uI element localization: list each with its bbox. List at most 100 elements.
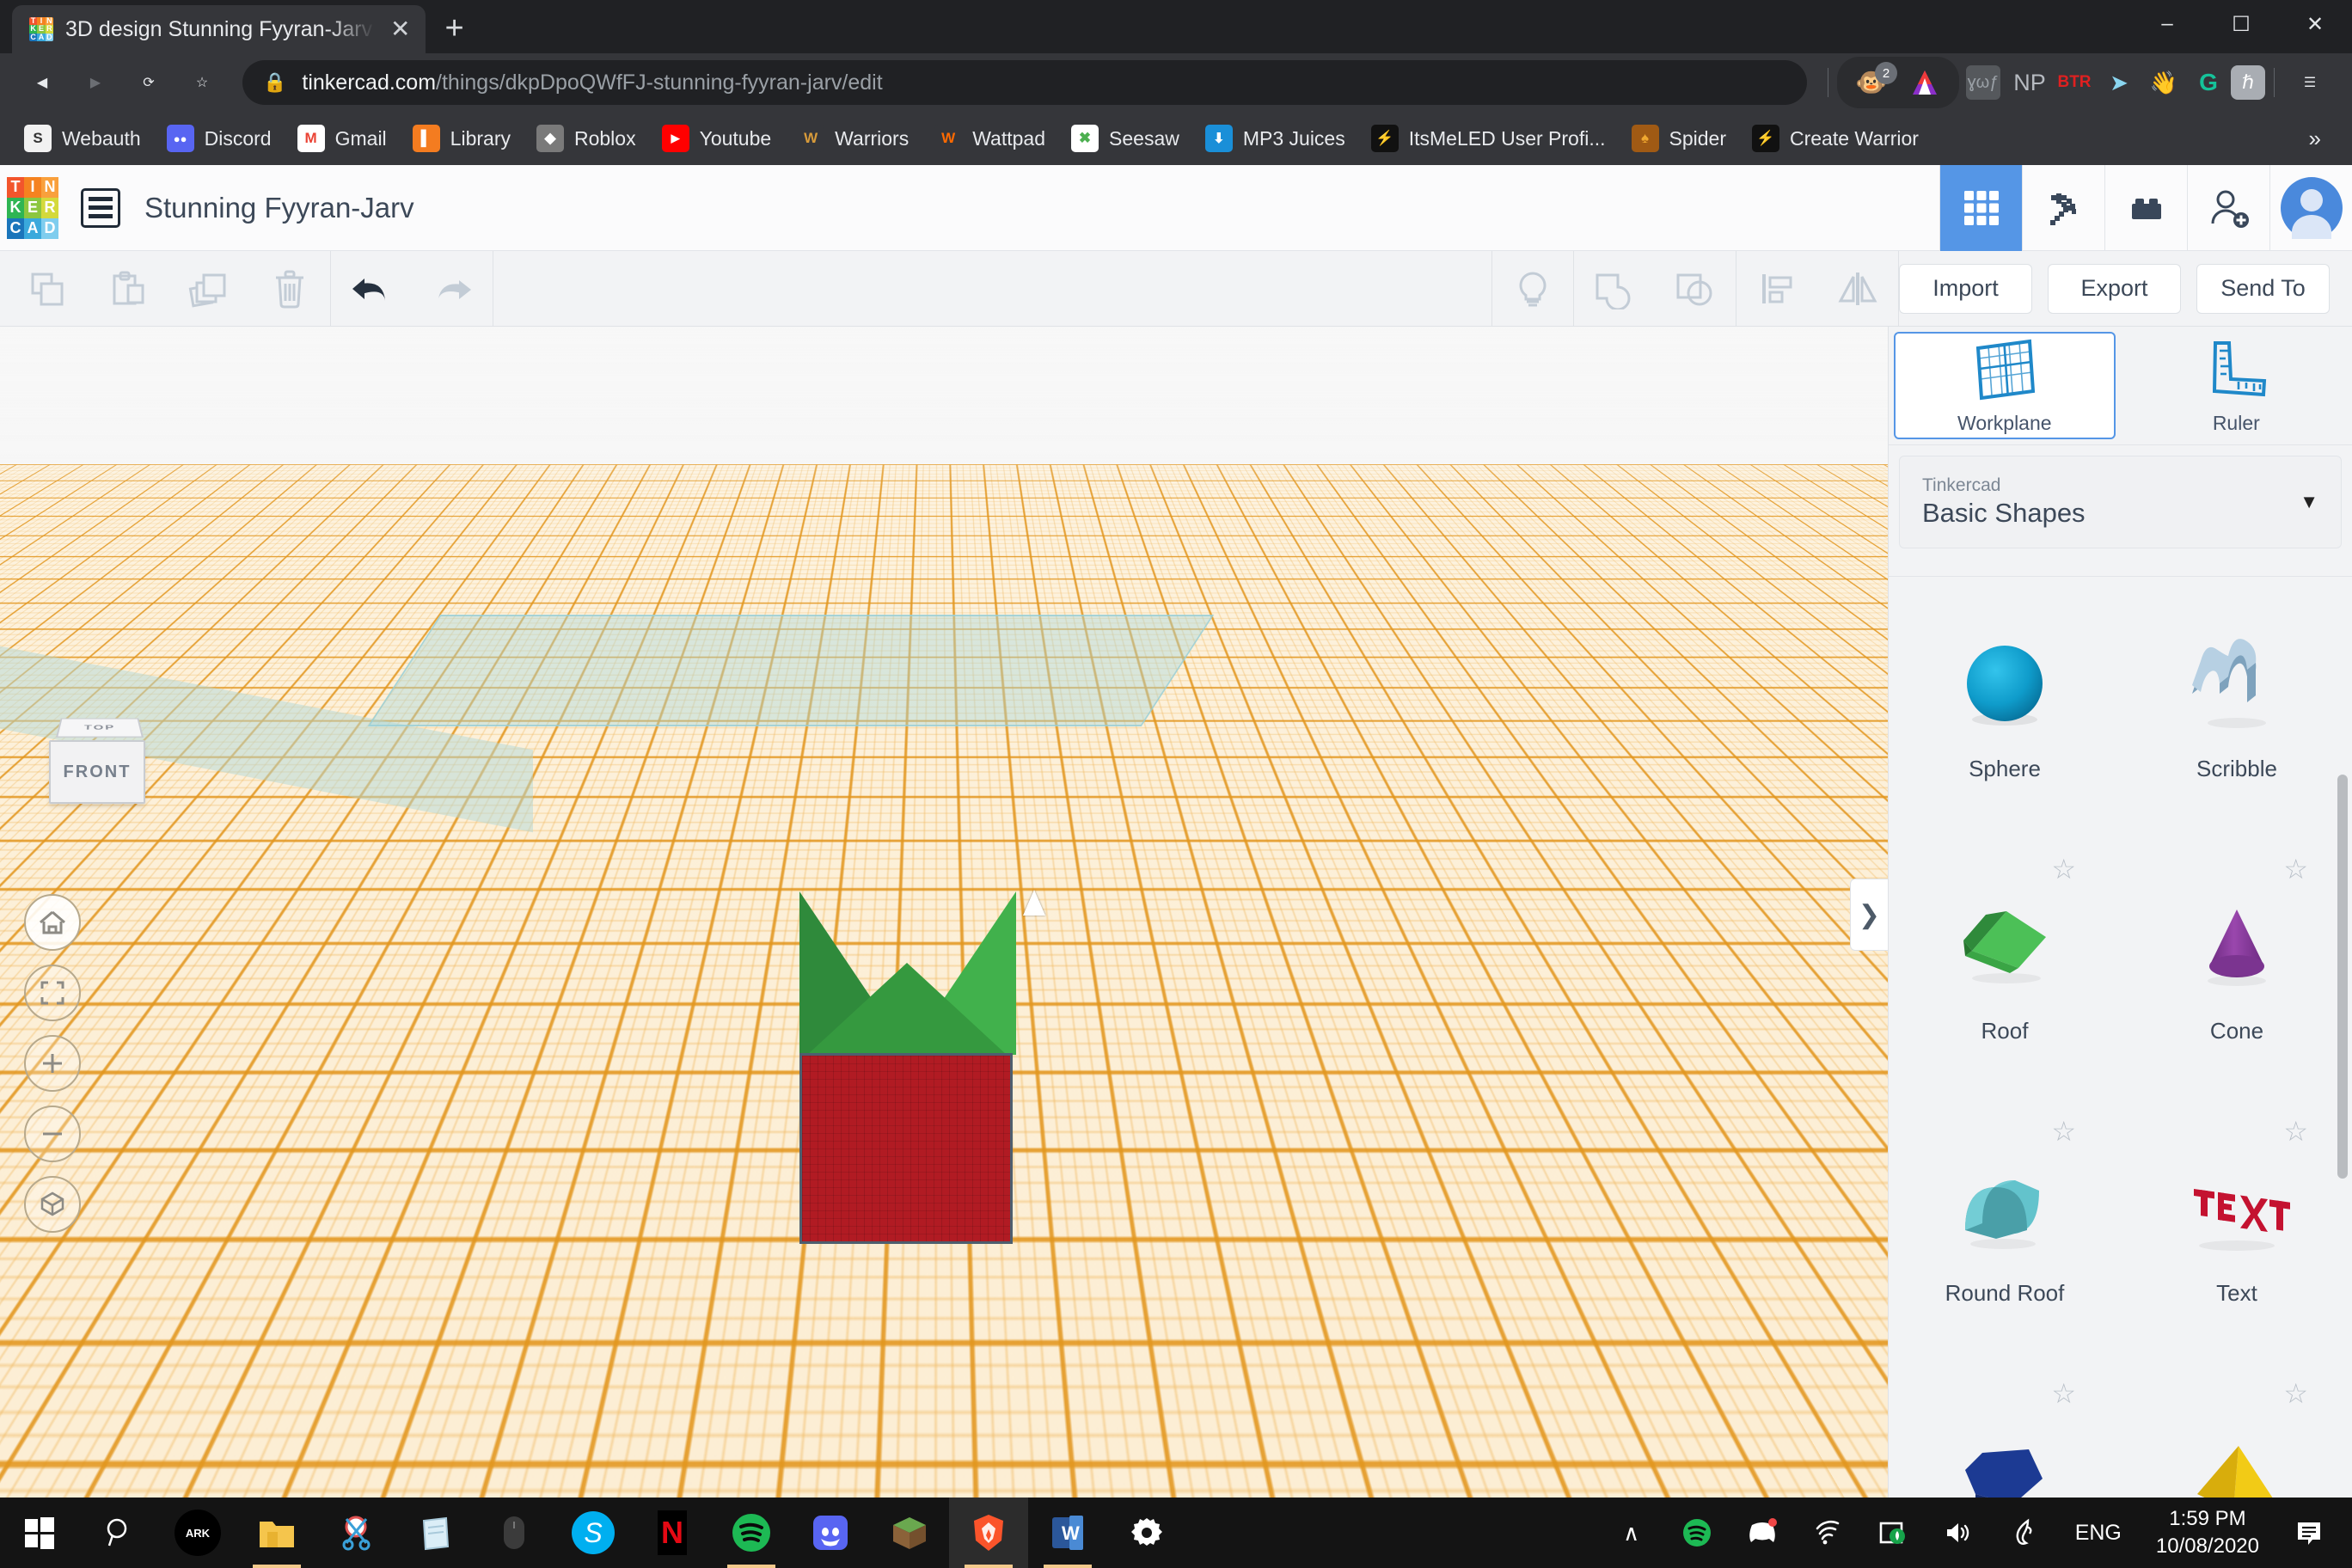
house-model[interactable] xyxy=(798,881,1023,1244)
onedrive-icon[interactable] xyxy=(1860,1498,1926,1568)
discord-item[interactable] xyxy=(791,1498,870,1568)
settings-item[interactable] xyxy=(1107,1498,1186,1568)
shape-item-roof[interactable]: ☆ Roof xyxy=(1889,839,2121,1101)
favorite-star-icon[interactable]: ☆ xyxy=(2051,853,2076,885)
clock[interactable]: 1:59 PM 10/08/2020 xyxy=(2141,1505,2275,1560)
codeblocks-button[interactable] xyxy=(2022,164,2104,251)
shape-item-pyramid[interactable]: ☆ xyxy=(2121,1363,2352,1498)
word-item[interactable]: W xyxy=(1028,1498,1107,1568)
shape-item-cone[interactable]: ☆ Cone xyxy=(2121,839,2352,1101)
wifi-icon[interactable] xyxy=(1795,1498,1860,1568)
avatar[interactable] xyxy=(2269,164,2352,251)
honey-icon[interactable]: ℏ xyxy=(2231,65,2265,100)
btr-extension-icon[interactable]: BTR xyxy=(2052,60,2097,105)
ungroup-button[interactable] xyxy=(1655,251,1736,327)
export-button[interactable]: Export xyxy=(2048,263,2181,314)
honey-wave-icon[interactable]: 👋 xyxy=(2141,60,2186,105)
sticky-notes-item[interactable] xyxy=(395,1498,475,1568)
workplane-tool[interactable]: Workplane xyxy=(1894,332,2116,439)
shape-list[interactable]: Sphere Scribble ☆ Roof ☆ Cone ☆ Round Ro… xyxy=(1889,576,2352,1498)
bookmark-seesaw[interactable]: ✖ Seesaw xyxy=(1061,119,1190,157)
copy-button[interactable] xyxy=(7,251,88,327)
start-button[interactable] xyxy=(0,1498,79,1568)
bookmark-create-warrior[interactable]: ⚡ Create Warrior xyxy=(1742,119,1929,157)
favorite-star-icon[interactable]: ☆ xyxy=(2051,1377,2076,1410)
redo-button[interactable] xyxy=(412,251,493,327)
browser-tab[interactable]: T I N K E R C A D 3D design Stunning Fyy… xyxy=(12,5,426,53)
bookmark-youtube[interactable]: ▶ Youtube xyxy=(652,119,782,157)
spotify-tray-icon[interactable] xyxy=(1664,1498,1730,1568)
zoom-out-button[interactable] xyxy=(24,1106,81,1162)
blocks-grid-button[interactable] xyxy=(1939,164,2022,251)
file-explorer-item[interactable] xyxy=(237,1498,316,1568)
discord-tray-icon[interactable] xyxy=(1730,1498,1795,1568)
home-view-button[interactable] xyxy=(24,894,81,951)
minimize-button[interactable]: – xyxy=(2130,0,2204,48)
align-button[interactable] xyxy=(1736,251,1817,327)
panel-collapse-button[interactable]: ❯ xyxy=(1850,879,1888,951)
snip-sketch-item[interactable] xyxy=(316,1498,395,1568)
favorite-star-icon[interactable]: ☆ xyxy=(2283,1115,2308,1148)
shape-list-scrollbar[interactable] xyxy=(2337,775,2348,1179)
search-button[interactable] xyxy=(79,1498,158,1568)
browser-menu-icon[interactable]: ☰ xyxy=(2283,56,2337,109)
shape-item-scribble[interactable]: Scribble xyxy=(2121,577,2352,839)
paste-button[interactable] xyxy=(88,251,168,327)
maximize-button[interactable]: ☐ xyxy=(2204,0,2278,48)
group-button[interactable] xyxy=(1574,251,1655,327)
skype-item[interactable]: S xyxy=(554,1498,633,1568)
bookmark-itsmeled[interactable]: ⚡ ItsMeLED User Profi... xyxy=(1361,119,1616,157)
send-to-button[interactable]: Send To xyxy=(2196,263,2330,314)
bookmark-gmail[interactable]: M Gmail xyxy=(287,119,397,157)
shape-item-text[interactable]: ☆ Text xyxy=(2121,1101,2352,1363)
spotify-item[interactable] xyxy=(712,1498,791,1568)
perspective-toggle-button[interactable] xyxy=(24,1176,81,1233)
show-hidden-icons-button[interactable]: ∧ xyxy=(1599,1498,1664,1568)
bookmark-webauth[interactable]: S Webauth xyxy=(14,119,151,157)
bookmark-icon[interactable]: ☆ xyxy=(175,56,229,109)
minecraft-item[interactable] xyxy=(870,1498,949,1568)
brave-shields-icon[interactable]: 🐵 2 xyxy=(1849,60,1897,105)
pen-icon[interactable] xyxy=(1991,1498,2056,1568)
bookmark-roblox[interactable]: ◆ Roblox xyxy=(526,119,646,157)
duplicate-button[interactable] xyxy=(168,251,249,327)
undo-button[interactable] xyxy=(331,251,412,327)
tinkercad-logo[interactable]: T I N K E R C A D xyxy=(7,176,58,239)
bricks-button[interactable] xyxy=(2104,164,2187,251)
favorite-star-icon[interactable]: ☆ xyxy=(2283,853,2308,885)
bookmark-library[interactable]: ▌ Library xyxy=(402,119,521,157)
new-tab-button[interactable]: + xyxy=(444,12,463,45)
mirror-button[interactable] xyxy=(1817,251,1898,327)
design-list-icon[interactable] xyxy=(81,187,120,228)
import-button[interactable]: Import xyxy=(1899,263,2032,314)
bookmark-mp3juices[interactable]: ⬇ MP3 Juices xyxy=(1195,119,1356,157)
reload-icon[interactable]: ⟳ xyxy=(122,56,175,109)
bookmark-warriors[interactable]: W Warriors xyxy=(787,119,919,157)
view-cube-front[interactable]: FRONT xyxy=(49,740,145,804)
hint-button[interactable] xyxy=(1492,251,1573,327)
view-cube-top[interactable]: TOP xyxy=(55,718,144,738)
back-icon[interactable]: ◀ xyxy=(15,56,69,109)
delete-button[interactable] xyxy=(249,251,330,327)
favorite-star-icon[interactable]: ☆ xyxy=(2283,1377,2308,1410)
ark-taskbar-item[interactable]: ARK xyxy=(158,1498,237,1568)
grammarly-wf-icon[interactable]: ɣωƒ xyxy=(1966,65,2000,100)
shape-item-polygon[interactable]: ☆ xyxy=(1889,1363,2121,1498)
mouse-settings-item[interactable] xyxy=(475,1498,554,1568)
ruler-tool[interactable]: Ruler xyxy=(2126,332,2347,439)
cursor-extension-icon[interactable]: ➤ xyxy=(2097,60,2141,105)
zoom-in-button[interactable] xyxy=(24,1035,81,1092)
bookmark-wattpad[interactable]: W Wattpad xyxy=(924,119,1056,157)
fit-view-button[interactable] xyxy=(24,965,81,1021)
invite-button[interactable] xyxy=(2187,164,2269,251)
bookmark-discord[interactable]: ●● Discord xyxy=(156,119,282,157)
notifications-button[interactable] xyxy=(2275,1498,2343,1568)
netflix-item[interactable]: N xyxy=(633,1498,712,1568)
window-close-button[interactable]: ✕ xyxy=(2278,0,2352,48)
volume-icon[interactable] xyxy=(1926,1498,1991,1568)
address-bar[interactable]: 🔒 tinkercad.com/things/dkpDpoQWfFJ-stunn… xyxy=(242,60,1807,105)
np-extension-icon[interactable]: NP xyxy=(2007,60,2052,105)
forward-icon[interactable]: ▶ xyxy=(69,56,122,109)
shape-library-select[interactable]: Tinkercad Basic Shapes ▼ xyxy=(1899,456,2342,548)
tab-close-icon[interactable]: ✕ xyxy=(387,17,413,41)
